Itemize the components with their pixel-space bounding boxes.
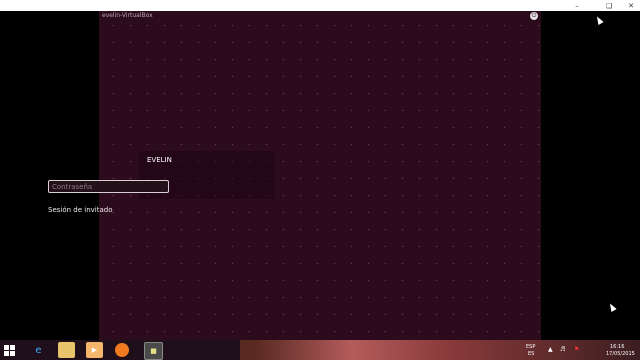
host-window-titlebar: – ❏ ✕ — [0, 0, 640, 11]
close-icon[interactable]: ✕ — [622, 0, 640, 11]
mouse-cursor-icon — [594, 15, 604, 25]
restore-icon[interactable]: ❏ — [600, 0, 618, 11]
internet-explorer-icon[interactable]: e — [30, 342, 47, 358]
media-player-icon[interactable]: ▶ — [86, 342, 103, 358]
power-icon[interactable]: ⏻ — [530, 12, 538, 20]
tray-language-top[interactable]: ESP — [526, 344, 535, 350]
notification-icon[interactable]: ⚑ — [574, 347, 579, 353]
file-explorer-icon[interactable] — [58, 342, 75, 358]
tray-date[interactable]: 17/05/2015 — [606, 351, 635, 357]
vm-screen: evelin-VirtualBox ⏻ EVELIN — [99, 11, 541, 340]
password-input[interactable] — [48, 180, 169, 193]
volume-icon[interactable]: ♬ — [560, 347, 565, 353]
virtualbox-icon[interactable]: ■ — [144, 342, 163, 360]
guest-session-link[interactable]: Sesión de invitado — [48, 206, 113, 214]
network-icon[interactable]: ▲ — [548, 347, 553, 353]
login-username[interactable]: EVELIN — [147, 156, 172, 164]
tray-time[interactable]: 16:16 — [610, 344, 624, 350]
minimize-icon[interactable]: – — [568, 0, 586, 11]
tray-language-bottom[interactable]: ES — [528, 351, 534, 357]
taskbar: e ▶ ■ ESP ES ▲ ♬ ⚑ 16:16 17/05/2015 — [0, 340, 640, 360]
system-tray: ESP ES ▲ ♬ ⚑ 16:16 17/05/2015 — [520, 340, 640, 360]
firefox-icon[interactable] — [115, 343, 129, 357]
windows-start-icon[interactable] — [4, 345, 15, 356]
mouse-cursor-icon — [607, 302, 617, 312]
vm-window-title: evelin-VirtualBox — [102, 12, 153, 19]
